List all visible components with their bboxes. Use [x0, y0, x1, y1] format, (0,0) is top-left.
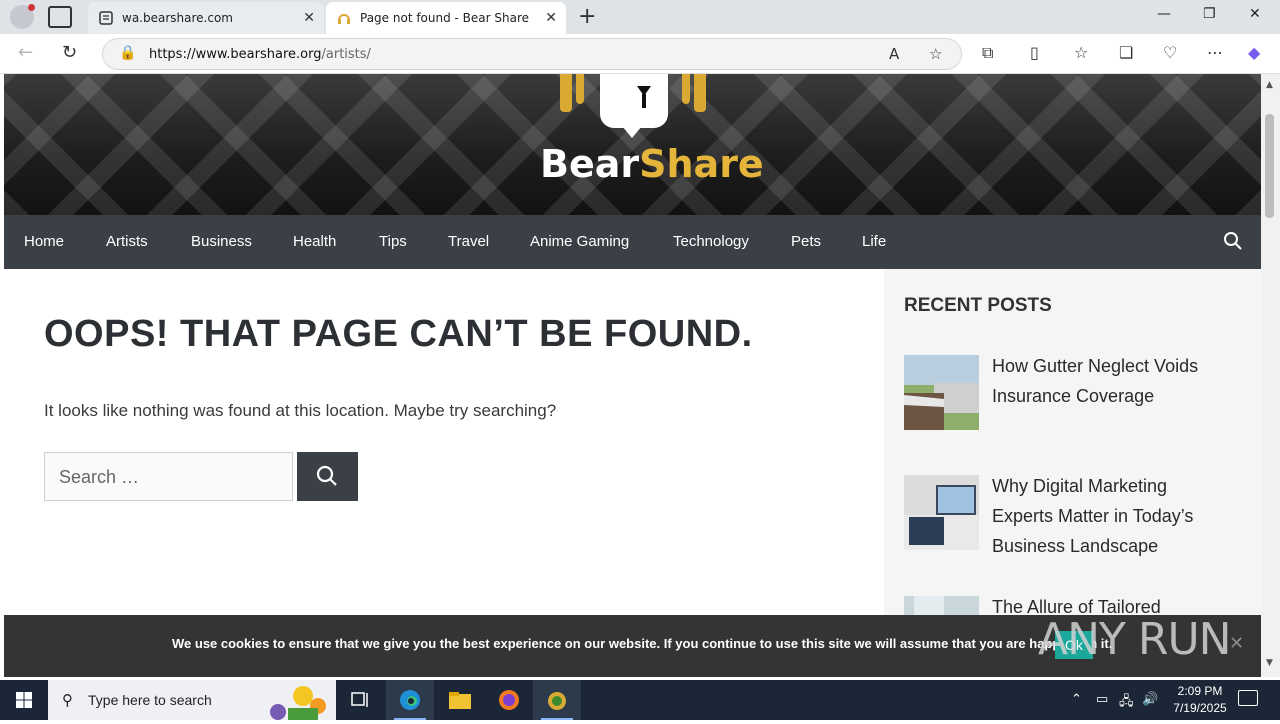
logo-earcup-left	[560, 74, 572, 112]
close-window-icon[interactable]: ✕	[1249, 6, 1261, 22]
taskbar-search[interactable]: ⚲ Type here to search	[48, 680, 336, 720]
address-bar[interactable]: 🔒 https://www.bearshare.org/artists/ A ☆	[102, 38, 962, 70]
device-icon[interactable]: ▭	[1096, 692, 1108, 707]
scrollbar-thumb[interactable]	[1265, 114, 1274, 218]
post-title[interactable]: Why Digital Marketing Experts Matter in …	[992, 471, 1227, 561]
nav-technology[interactable]: Technology	[673, 233, 749, 250]
windows-logo-icon	[16, 692, 32, 708]
search-button[interactable]	[297, 452, 358, 501]
browser-tab-2[interactable]: Page not found - Bear Share ✕	[326, 2, 566, 34]
scroll-down-icon[interactable]: ▼	[1266, 658, 1273, 668]
nav-health[interactable]: Health	[293, 233, 336, 250]
minimize-icon[interactable]: —	[1157, 6, 1171, 22]
search-icon[interactable]	[1223, 231, 1243, 251]
scroll-up-icon[interactable]: ▲	[1266, 80, 1273, 90]
profile-avatar[interactable]	[10, 4, 35, 29]
logo-earcup-left-inner	[576, 74, 584, 104]
main-navigation: Home Artists Business Health Tips Travel…	[4, 215, 1261, 269]
nav-life[interactable]: Life	[862, 233, 886, 250]
more-menu-icon[interactable]: ⋯	[1207, 43, 1223, 62]
split-screen-icon[interactable]: ▯	[1030, 43, 1039, 62]
search-icon: ⚲	[62, 691, 73, 709]
firefox-icon[interactable]	[485, 680, 533, 720]
sidebar-heading: RECENT POSTS	[904, 295, 1052, 316]
network-icon[interactable]: 🖧	[1119, 692, 1134, 714]
url-text[interactable]: https://www.bearshare.org/artists/	[149, 47, 371, 62]
notifications-icon[interactable]	[1238, 690, 1258, 706]
read-aloud-icon[interactable]: A	[889, 45, 899, 63]
logo-bubble	[600, 74, 668, 138]
post-title[interactable]: How Gutter Neglect Voids Insurance Cover…	[992, 351, 1227, 411]
start-button[interactable]	[0, 680, 48, 720]
logo-tie-stem	[642, 94, 646, 108]
copilot-icon[interactable]: ◆	[1248, 43, 1260, 62]
nav-travel[interactable]: Travel	[448, 233, 489, 250]
browser-essentials-icon[interactable]: ♡	[1163, 43, 1177, 62]
restore-icon[interactable]: ❐	[1203, 6, 1216, 22]
page-title: OOPS! THAT PAGE CAN’T BE FOUND.	[44, 313, 753, 355]
browser-tab-1[interactable]: wa.bearshare.com ✕	[88, 2, 324, 34]
file-explorer-icon[interactable]	[436, 680, 484, 720]
windows-taskbar: ⚲ Type here to search ⌃ ▭ 🖧 🔊 2:09 PM 7/…	[0, 680, 1280, 720]
logo-earcup-right	[694, 74, 706, 112]
post-thumbnail[interactable]	[904, 475, 979, 550]
system-clock[interactable]: 2:09 PM 7/19/2025	[1160, 683, 1240, 717]
nav-home[interactable]: Home	[24, 233, 64, 250]
post-thumbnail[interactable]	[904, 355, 979, 430]
new-tab-icon[interactable]: +	[578, 4, 596, 29]
headphones-icon	[336, 10, 352, 26]
back-icon[interactable]: ←	[18, 42, 33, 63]
anyrun-watermark: ANY RUN	[1038, 614, 1233, 674]
close-tab-icon[interactable]: ✕	[545, 10, 557, 26]
nav-business[interactable]: Business	[191, 233, 252, 250]
favorites-icon[interactable]: ☆	[1074, 43, 1088, 62]
clock-date: 7/19/2025	[1173, 701, 1227, 715]
tab-title: wa.bearshare.com	[122, 11, 233, 25]
page-viewport: BearShare Home Artists Business Health T…	[4, 74, 1261, 677]
search-highlight-flowers-icon	[270, 686, 326, 720]
nav-anime-gaming[interactable]: Anime Gaming	[530, 233, 629, 250]
app-taskbar-icon[interactable]	[533, 680, 581, 720]
browser-tab-bar: wa.bearshare.com ✕ Page not found - Bear…	[0, 0, 1280, 34]
address-toolbar: ← ↻ 🔒 https://www.bearshare.org/artists/…	[0, 34, 1280, 74]
tab-actions-icon[interactable]	[48, 6, 72, 28]
show-hidden-icons-icon[interactable]: ⌃	[1071, 692, 1082, 707]
clock-time: 2:09 PM	[1177, 684, 1223, 698]
volume-icon[interactable]: 🔊	[1142, 692, 1158, 707]
tab-title: Page not found - Bear Share	[360, 11, 530, 25]
site-info-icon[interactable]: 🔒	[119, 45, 136, 61]
not-found-message: It looks like nothing was found at this …	[44, 401, 557, 420]
collections-icon[interactable]: ❏	[1119, 43, 1133, 62]
cookie-message: We use cookies to ensure that we give yo…	[172, 636, 1113, 651]
page-scrollbar[interactable]: ▲ ▼	[1261, 74, 1280, 677]
watermark-text: ANY RUN	[1038, 614, 1232, 665]
close-tab-icon[interactable]: ✕	[303, 10, 315, 26]
nav-artists[interactable]: Artists	[106, 233, 148, 250]
nav-pets[interactable]: Pets	[791, 233, 821, 250]
task-view-icon[interactable]	[336, 680, 384, 720]
extensions-icon[interactable]: ⧉	[982, 43, 993, 63]
refresh-icon[interactable]: ↻	[62, 42, 77, 63]
taskbar-search-placeholder: Type here to search	[88, 692, 212, 708]
logo-earcup-right-inner	[682, 74, 690, 104]
edge-taskbar-icon[interactable]	[386, 680, 434, 720]
search-icon	[316, 465, 337, 486]
site-logo[interactable]: BearShare	[540, 142, 764, 186]
nav-tips[interactable]: Tips	[379, 233, 407, 250]
search-input[interactable]: Search …	[44, 452, 293, 501]
site-header: BearShare	[4, 74, 1261, 215]
favorite-star-icon[interactable]: ☆	[929, 45, 942, 63]
page-icon	[98, 10, 114, 26]
